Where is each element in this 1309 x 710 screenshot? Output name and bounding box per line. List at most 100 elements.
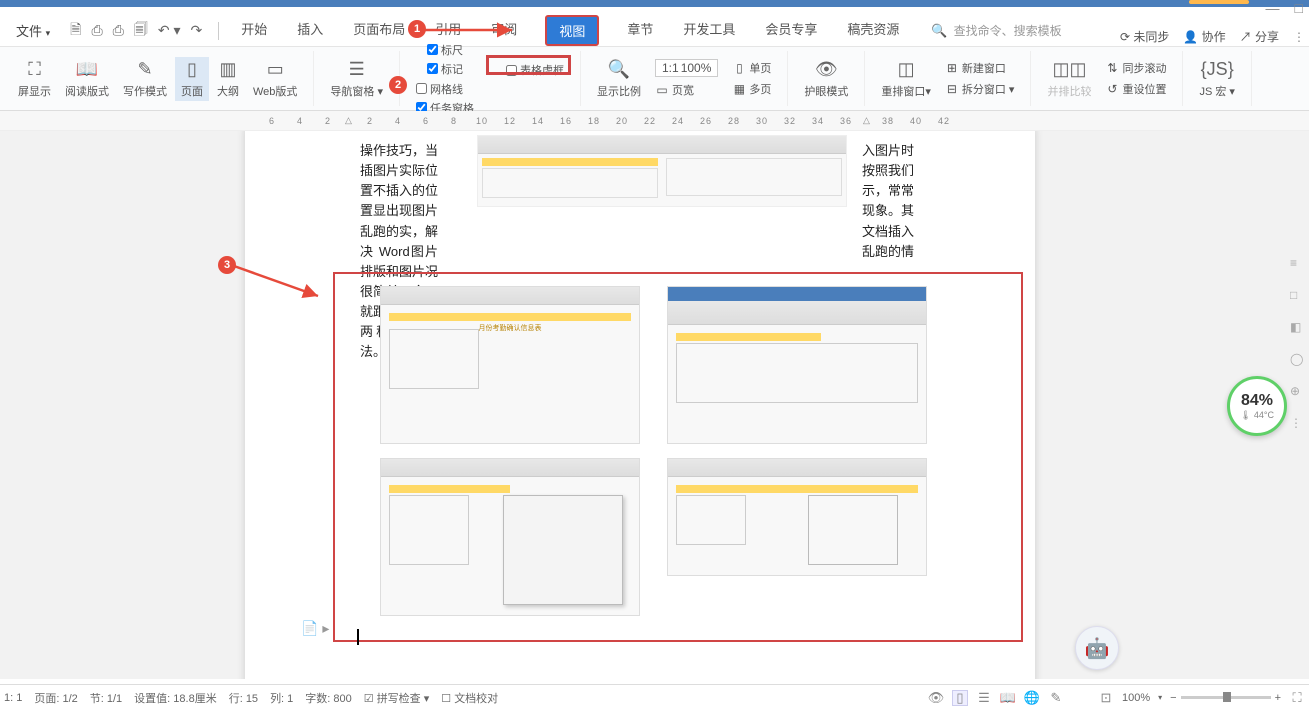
title-bar (0, 0, 1309, 7)
menu-bar: 文件 ▾ 🗎 ⎙ ⎙ 🗐 ↶ ▾ ↷ 开始 插入 页面布局 引用 审阅 视图 章… (0, 15, 1309, 47)
zoom-out-icon[interactable]: − (1170, 692, 1176, 704)
embedded-image-4[interactable] (667, 458, 927, 576)
eye-icon[interactable]: 👁 (928, 690, 944, 706)
fullscreen-btn[interactable]: ⛶屏显示 (12, 57, 57, 101)
document-area: 操作技巧，当插图片实际位置不插入的位置显出现图片乱跑的实，解决 Word图片排版… (0, 131, 1309, 679)
page-mode-btn[interactable]: ▯页面 (175, 57, 209, 101)
side-icon-3[interactable]: ◧ (1290, 320, 1304, 334)
multi-page-btn[interactable]: ▦多页 (732, 80, 771, 98)
search-area[interactable]: 🔍 查找命令、搜索模板 (931, 22, 1061, 39)
outline-view-icon[interactable]: ☰ (976, 690, 992, 706)
tab-layout[interactable]: 页面布局 (351, 15, 407, 46)
status-page[interactable]: 页面: 1/2 (34, 690, 77, 706)
show-scale-btn[interactable]: 🔍显示比例 (591, 57, 647, 101)
embedded-image-3[interactable] (380, 458, 640, 616)
zoom-100-btn[interactable]: 1:1 100% (655, 58, 718, 78)
print-icon[interactable]: ⎙ (113, 22, 124, 39)
tab-resource[interactable]: 稿壳资源 (845, 15, 901, 46)
embedded-image-1[interactable]: 月份考勤确认信息表 (380, 286, 640, 444)
view-modes-group: ⛶屏显示 📖阅读版式 ✎写作模式 ▯页面 ▥大纲 ▭Web版式 (2, 51, 314, 106)
doc-check-btn[interactable]: ☐ 文档校对 (441, 690, 498, 706)
body-text-right: 入图片时按照我们示，常常现象。其文档插入乱跑的情 (862, 141, 922, 262)
tab-devtools[interactable]: 开发工具 (681, 15, 737, 46)
unsync-btn[interactable]: ⟳ 未同步 (1120, 28, 1169, 45)
nav-pane-btn[interactable]: ☰导航窗格 ▾ (324, 57, 389, 101)
side-icon-4[interactable]: ◯ (1290, 352, 1304, 366)
mark-checkbox[interactable]: 标记 (427, 61, 463, 77)
minimize-icon[interactable]: — (1266, 0, 1280, 16)
status-row: 行: 15 (229, 690, 258, 706)
eye-protect-btn[interactable]: 👁护眼模式 (798, 57, 854, 101)
arrow-3 (232, 262, 327, 302)
assistant-robot-icon[interactable]: 🤖 (1075, 626, 1119, 670)
web-view-icon[interactable]: 🌐 (1024, 690, 1040, 706)
more-icon[interactable]: ⋮ (1293, 30, 1305, 44)
status-row1: 1: 1 (4, 692, 22, 704)
spell-check-btn[interactable]: ☑ 拼写检查 ▾ (364, 690, 430, 706)
side-toolbar: ≡ □ ◧ ◯ ⊕ ⋮ (1287, 256, 1307, 430)
menu-tabs: 开始 插入 页面布局 引用 审阅 视图 章节 开发工具 会员专享 稿壳资源 (239, 15, 901, 46)
share-btn[interactable]: ↗ 分享 (1240, 28, 1279, 45)
expand-icon[interactable]: ⛶ (1289, 690, 1305, 706)
side-icon-2[interactable]: □ (1290, 288, 1304, 302)
embedded-image-2[interactable] (667, 286, 927, 444)
unsync-highlight (1189, 0, 1249, 4)
callout-1: 1 (408, 20, 426, 38)
web-mode-btn[interactable]: ▭Web版式 (247, 57, 303, 101)
read-mode-btn[interactable]: 📖阅读版式 (59, 57, 115, 101)
red-highlight-content-box: 月份考勤确认信息表 (333, 272, 1023, 642)
status-section: 节: 1/1 (90, 690, 122, 706)
performance-gauge[interactable]: 84% 🌡 44°C (1227, 376, 1287, 436)
redo-icon[interactable]: ↷ (191, 22, 203, 39)
split-window-btn[interactable]: ⊟拆分窗口▾ (945, 80, 1015, 98)
nav-pane-group: ☰导航窗格 ▾ (314, 51, 400, 106)
outline-btn[interactable]: ▥大纲 (211, 57, 245, 101)
perf-percent: 84% (1241, 392, 1273, 410)
document-page[interactable]: 操作技巧，当插图片实际位置不插入的位置显出现图片乱跑的实，解决 Word图片排版… (245, 131, 1035, 679)
side-icon-5[interactable]: ⊕ (1290, 384, 1304, 398)
single-page-btn[interactable]: ▯单页 (732, 59, 771, 77)
embedded-image-top[interactable] (477, 135, 847, 207)
horizontal-ruler: 642△24681012141618202224262830323436△384… (0, 111, 1309, 131)
zoom-slider[interactable]: − + (1170, 692, 1281, 704)
zoom-percent[interactable]: 100% (1122, 692, 1150, 704)
undo-icon[interactable]: ↶ ▾ (158, 22, 181, 39)
page-width-btn[interactable]: ▭页宽 (655, 81, 718, 99)
tab-start[interactable]: 开始 (239, 15, 269, 46)
tab-member[interactable]: 会员专享 (763, 15, 819, 46)
tab-insert[interactable]: 插入 (295, 15, 325, 46)
new-window-btn[interactable]: ⊞新建窗口 (945, 59, 1015, 77)
fit-icon[interactable]: ⊡ (1098, 690, 1114, 706)
tab-view[interactable]: 视图 (545, 15, 599, 46)
tab-section[interactable]: 章节 (625, 15, 655, 46)
arrange-window-btn[interactable]: ◫重排窗口▾ (875, 57, 937, 101)
maximize-icon[interactable]: □ (1295, 0, 1303, 16)
gridlines-checkbox[interactable]: 网格线 (416, 81, 474, 97)
page-icon: 📄 ▸ (301, 620, 329, 637)
table-border-group: 表格虚框 (490, 51, 581, 106)
zoom-in-icon[interactable]: + (1275, 692, 1281, 704)
status-col: 列: 1 (270, 690, 293, 706)
page-layout-icon[interactable]: ▯ (952, 690, 968, 706)
side-icon-6[interactable]: ⋮ (1290, 416, 1304, 430)
js-macro-btn[interactable]: {JS}JS 宏 ▾ (1193, 57, 1240, 101)
save-as-icon[interactable]: ⎙ (91, 22, 102, 39)
search-placeholder: 查找命令、搜索模板 (954, 22, 1062, 39)
write-mode-btn[interactable]: ✎写作模式 (117, 57, 173, 101)
side-icon-1[interactable]: ≡ (1290, 256, 1304, 270)
compare-btn: ◫◫并排比较 (1041, 57, 1097, 101)
preview-icon[interactable]: 🗐 (134, 19, 148, 43)
edit-icon[interactable]: ✎ (1048, 690, 1064, 706)
read-view-icon[interactable]: 📖 (1000, 690, 1016, 706)
reset-pos-btn: ↺重设位置 (1105, 80, 1166, 98)
callout-2: 2 (389, 76, 407, 94)
eye-protect-group: 👁护眼模式 (788, 51, 865, 106)
callout-3: 3 (218, 256, 236, 274)
table-border-checkbox[interactable]: 表格虚框 (506, 62, 564, 78)
window-group: ◫重排窗口▾ ⊞新建窗口 ⊟拆分窗口▾ (865, 51, 1031, 106)
file-menu[interactable]: 文件 ▾ (6, 17, 60, 44)
collab-btn[interactable]: 👤 协作 (1183, 28, 1225, 45)
save-icon[interactable]: 🗎 (70, 19, 81, 43)
window-controls: — □ (1266, 0, 1309, 16)
status-wordcount[interactable]: 字数: 800 (305, 690, 351, 706)
